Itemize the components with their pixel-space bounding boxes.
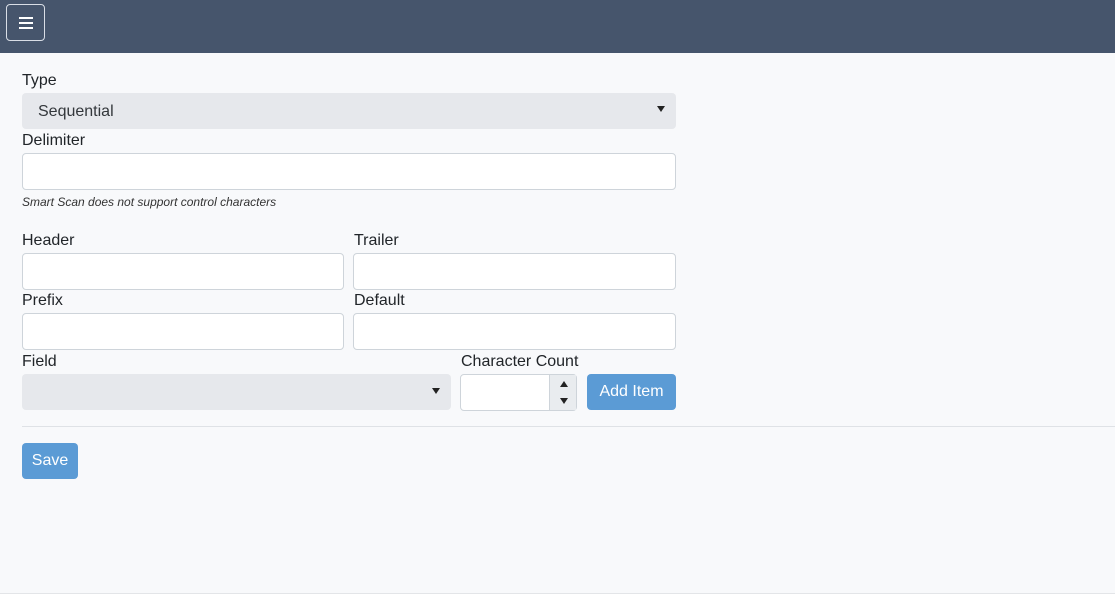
type-selected-value: Sequential	[38, 103, 114, 120]
add-item-button[interactable]: Add Item	[587, 374, 676, 410]
delimiter-hint: Smart Scan does not support control char…	[22, 195, 277, 209]
save-button[interactable]: Save	[22, 443, 78, 479]
stepper-increment-button[interactable]	[550, 375, 577, 392]
prefix-label: Prefix	[22, 292, 63, 309]
caret-down-icon	[560, 398, 568, 404]
field-select[interactable]	[22, 374, 451, 410]
character-count-stepper	[460, 374, 577, 411]
form-divider	[22, 426, 1115, 427]
default-input[interactable]	[353, 313, 676, 350]
prefix-input[interactable]	[22, 313, 344, 350]
type-label: Type	[22, 72, 57, 89]
hamburger-menu-icon	[19, 17, 33, 29]
delimiter-input[interactable]	[22, 153, 676, 190]
type-select[interactable]: Sequential	[22, 93, 676, 129]
field-label: Field	[22, 353, 57, 370]
trailer-input[interactable]	[353, 253, 676, 290]
header-input[interactable]	[22, 253, 344, 290]
character-count-input[interactable]	[461, 375, 549, 410]
chevron-down-icon	[657, 106, 665, 112]
trailer-label: Trailer	[354, 232, 399, 249]
caret-up-icon	[560, 381, 568, 387]
stepper-buttons	[549, 375, 576, 410]
header-label: Header	[22, 232, 75, 249]
top-navbar	[0, 0, 1115, 53]
default-label: Default	[354, 292, 405, 309]
character-count-label: Character Count	[461, 353, 579, 370]
delimiter-label: Delimiter	[22, 132, 86, 149]
stepper-decrement-button[interactable]	[550, 392, 577, 409]
chevron-down-icon	[432, 388, 440, 394]
menu-toggle-button[interactable]	[6, 4, 45, 41]
